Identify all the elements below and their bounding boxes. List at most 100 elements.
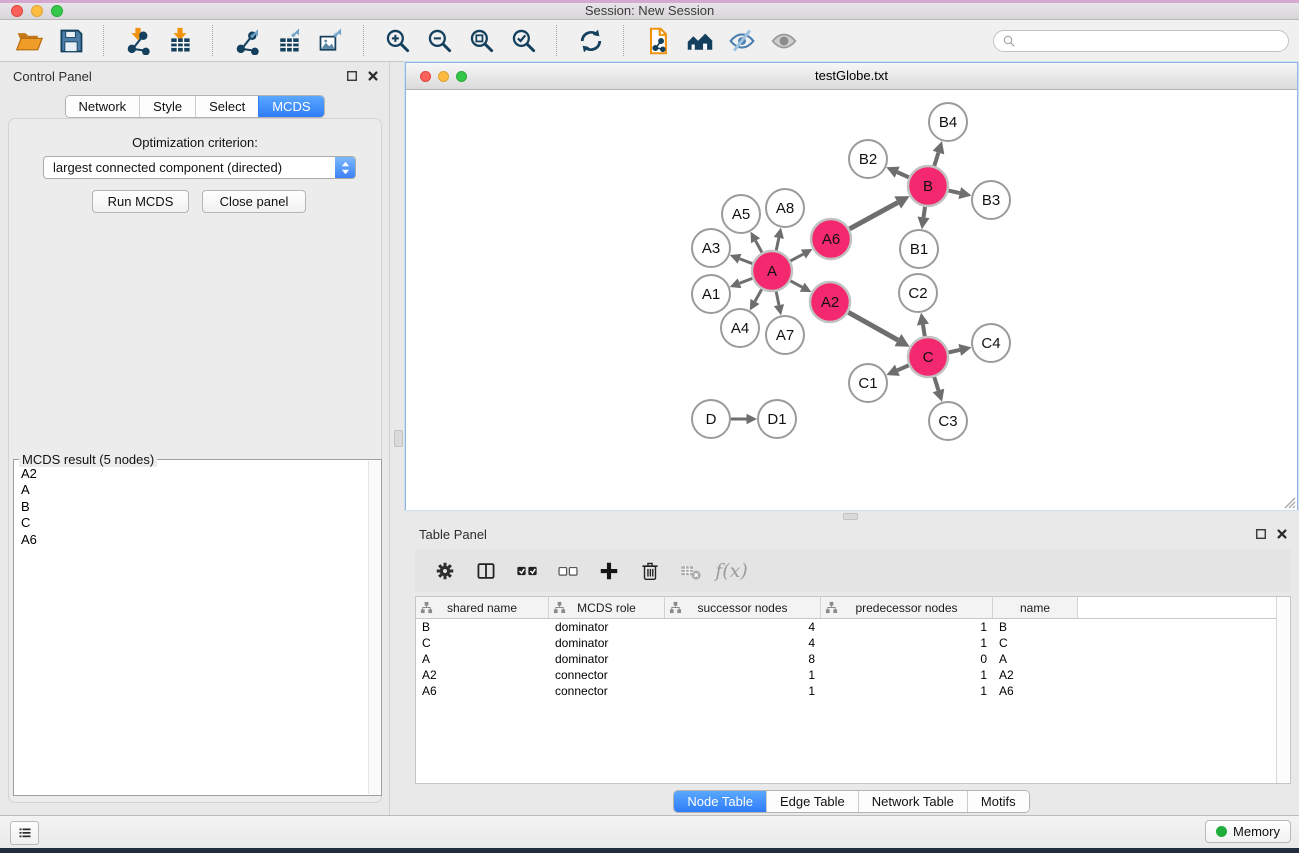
- export-table-icon[interactable]: [272, 24, 305, 57]
- unselect-all-columns-icon[interactable]: [555, 559, 580, 584]
- graph-node-A2[interactable]: A2: [810, 282, 850, 322]
- graph-node-B[interactable]: B: [908, 166, 948, 206]
- float-table-panel-icon[interactable]: [1255, 528, 1267, 540]
- graph-edge-B-B4[interactable]: [934, 153, 938, 166]
- column-header-shared-name[interactable]: shared name: [416, 597, 549, 618]
- graph-node-A5[interactable]: A5: [722, 195, 760, 233]
- column-header-successor-nodes[interactable]: successor nodes: [665, 597, 821, 618]
- graph-node-C3[interactable]: C3: [929, 402, 967, 440]
- close-panel-button[interactable]: Close panel: [202, 190, 306, 213]
- graph-node-A[interactable]: A: [752, 251, 792, 291]
- table-row-b[interactable]: Bdominator41B: [416, 619, 1290, 635]
- zoom-in-icon[interactable]: [381, 24, 414, 57]
- graph-edge-A-A5[interactable]: [756, 241, 762, 253]
- table-scrollbar[interactable]: [1276, 597, 1290, 783]
- graph-node-A3[interactable]: A3: [692, 229, 730, 267]
- task-history-button[interactable]: [10, 821, 39, 845]
- table-row-a6[interactable]: A6connector11A6: [416, 683, 1290, 699]
- graph-edge-A-A6[interactable]: [790, 254, 803, 261]
- close-panel-icon[interactable]: [367, 70, 379, 82]
- create-column-icon[interactable]: [596, 559, 621, 584]
- tab-style[interactable]: Style: [139, 96, 195, 117]
- graph-node-B3[interactable]: B3: [972, 181, 1010, 219]
- network-canvas[interactable]: B4B2BB3A8A5A6A3B1AC2A1A2A4A7C4CC1C3DD1: [406, 90, 1297, 510]
- minimize-window-button[interactable]: [31, 5, 43, 17]
- delete-columns-icon[interactable]: [637, 559, 662, 584]
- first-neighbors-icon[interactable]: [683, 24, 716, 57]
- graph-node-D[interactable]: D: [692, 400, 730, 438]
- zoom-out-icon[interactable]: [423, 24, 456, 57]
- new-network-from-selection-icon[interactable]: [641, 24, 674, 57]
- select-all-columns-icon[interactable]: [514, 559, 539, 584]
- memory-button[interactable]: Memory: [1205, 820, 1291, 843]
- result-item-b[interactable]: B: [21, 499, 381, 515]
- graph-edge-A-A3[interactable]: [740, 259, 753, 264]
- graph-edge-B-B2[interactable]: [897, 172, 909, 177]
- search-input[interactable]: [1020, 33, 1280, 48]
- graph-node-C4[interactable]: C4: [972, 324, 1010, 362]
- close-table-panel-icon[interactable]: [1276, 528, 1288, 540]
- graph-edge-A-A8[interactable]: [776, 238, 779, 251]
- graph-node-A1[interactable]: A1: [692, 275, 730, 313]
- open-session-icon[interactable]: [12, 24, 45, 57]
- column-header-predecessor-nodes[interactable]: predecessor nodes: [821, 597, 993, 618]
- result-scrollbar[interactable]: [368, 461, 380, 794]
- show-columns-icon[interactable]: [473, 559, 498, 584]
- column-header-MCDS-role[interactable]: MCDS role: [549, 597, 665, 618]
- zoom-window-button[interactable]: [51, 5, 63, 17]
- graph-node-D1[interactable]: D1: [758, 400, 796, 438]
- result-item-a2[interactable]: A2: [21, 466, 381, 482]
- export-network-icon[interactable]: [230, 24, 263, 57]
- graph-edge-B-B3[interactable]: [948, 191, 959, 194]
- tab-motifs[interactable]: Motifs: [967, 791, 1029, 812]
- network-minimize-button[interactable]: [438, 71, 449, 82]
- graph-node-B4[interactable]: B4: [929, 103, 967, 141]
- result-item-a6[interactable]: A6: [21, 532, 381, 548]
- graph-node-A4[interactable]: A4: [721, 309, 759, 347]
- graph-edge-A-A1[interactable]: [740, 278, 753, 283]
- graph-edge-C-C3[interactable]: [934, 377, 938, 390]
- network-zoom-button[interactable]: [456, 71, 467, 82]
- column-header-name[interactable]: name: [993, 597, 1078, 618]
- graph-node-B1[interactable]: B1: [900, 230, 938, 268]
- tab-select[interactable]: Select: [195, 96, 258, 117]
- criterion-select[interactable]: largest connected component (directed): [43, 156, 356, 179]
- tab-mcds[interactable]: MCDS: [258, 96, 323, 117]
- graph-node-A8[interactable]: A8: [766, 189, 804, 227]
- graph-edge-A2-C[interactable]: [848, 312, 898, 340]
- tab-node-table[interactable]: Node Table: [674, 791, 766, 812]
- graph-edge-C-C2[interactable]: [923, 325, 925, 337]
- table-row-c[interactable]: Cdominator41C: [416, 635, 1290, 651]
- graph-node-C2[interactable]: C2: [899, 274, 937, 312]
- import-table-icon[interactable]: [163, 24, 196, 57]
- import-network-icon[interactable]: [121, 24, 154, 57]
- graph-edge-A-A2[interactable]: [791, 281, 803, 287]
- graph-node-B2[interactable]: B2: [849, 140, 887, 178]
- table-options-icon[interactable]: [432, 559, 457, 584]
- resize-grip-icon[interactable]: [1282, 495, 1296, 509]
- horizontal-split-handle[interactable]: [843, 513, 858, 520]
- network-close-button[interactable]: [420, 71, 431, 82]
- graph-edge-C-C4[interactable]: [948, 350, 959, 353]
- run-mcds-button[interactable]: Run MCDS: [92, 190, 189, 213]
- vertical-split-handle[interactable]: [394, 430, 403, 447]
- graph-edge-A-A4[interactable]: [755, 289, 762, 301]
- graph-node-A7[interactable]: A7: [766, 316, 804, 354]
- save-session-icon[interactable]: [54, 24, 87, 57]
- graph-edge-A6-B[interactable]: [849, 203, 897, 229]
- graph-edge-B-B1[interactable]: [924, 207, 926, 218]
- close-window-button[interactable]: [11, 5, 23, 17]
- table-row-a[interactable]: Adominator80A: [416, 651, 1290, 667]
- graph-node-C1[interactable]: C1: [849, 364, 887, 402]
- tab-edge-table[interactable]: Edge Table: [766, 791, 858, 812]
- hide-graphics-details-icon[interactable]: [725, 24, 758, 57]
- result-item-a[interactable]: A: [21, 482, 381, 498]
- tab-network[interactable]: Network: [65, 96, 139, 117]
- refresh-icon[interactable]: [574, 24, 607, 57]
- zoom-fit-icon[interactable]: [465, 24, 498, 57]
- graph-node-A6[interactable]: A6: [811, 219, 851, 259]
- table-row-a2[interactable]: A2connector11A2: [416, 667, 1290, 683]
- graph-edge-A-A7[interactable]: [776, 292, 779, 306]
- tab-network-table[interactable]: Network Table: [858, 791, 967, 812]
- graph-edge-C-C1[interactable]: [897, 365, 908, 370]
